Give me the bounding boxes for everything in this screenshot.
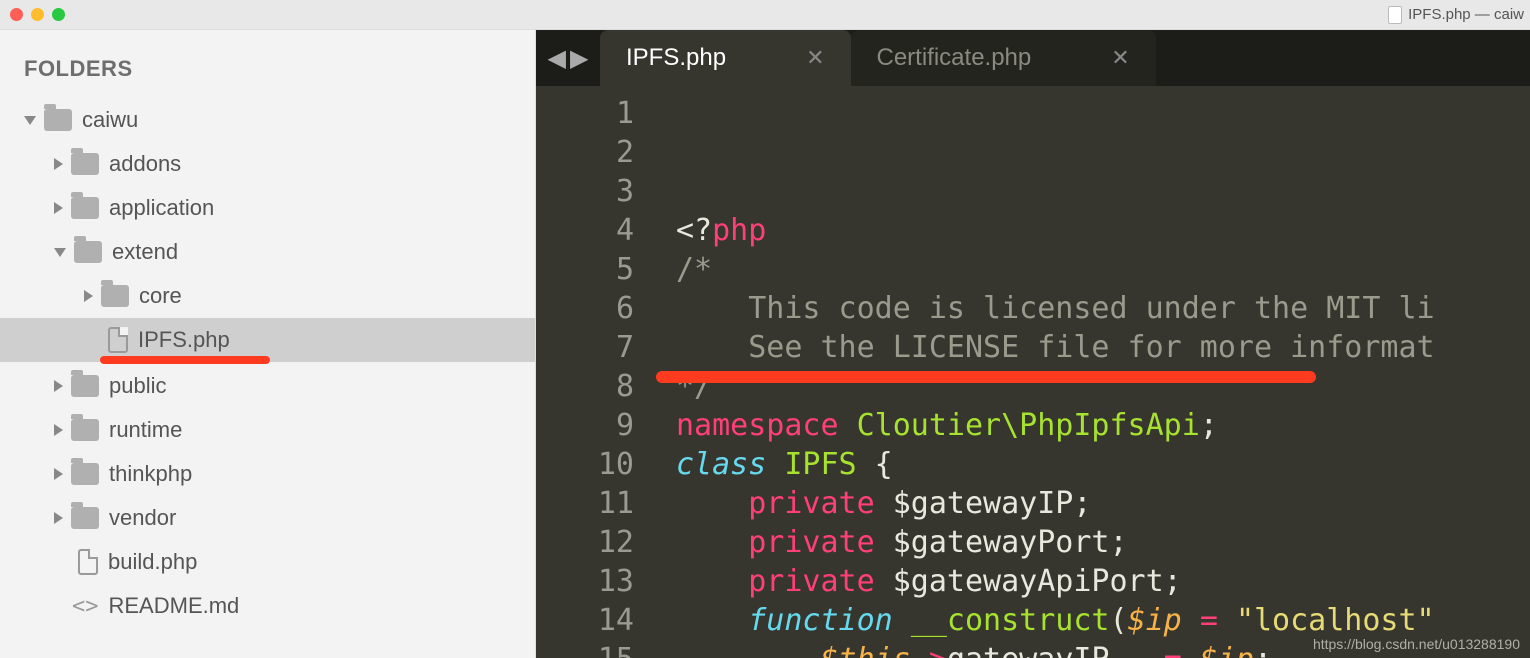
- code-line[interactable]: private $gatewayApiPort;: [676, 562, 1530, 601]
- code-line[interactable]: function __construct($ip = "localhost": [676, 601, 1530, 640]
- folder-icon: [71, 375, 99, 397]
- sidebar-item-label: README.md: [109, 593, 240, 619]
- file-icon: [108, 327, 128, 353]
- folder-icon: [74, 241, 102, 263]
- line-number: 10: [536, 445, 634, 484]
- nav-back-icon[interactable]: ◀: [548, 44, 566, 73]
- folder-icon: [71, 153, 99, 175]
- line-number: 3: [536, 172, 634, 211]
- line-number: 5: [536, 250, 634, 289]
- line-number: 2: [536, 133, 634, 172]
- tab-label: IPFS.php: [626, 44, 726, 72]
- sidebar-item-vendor[interactable]: vendor: [0, 496, 535, 540]
- sidebar-item-label: core: [139, 283, 182, 309]
- close-icon[interactable]: ✕: [1111, 45, 1129, 71]
- line-number: 1: [536, 94, 634, 133]
- sidebar-item-application[interactable]: application: [0, 186, 535, 230]
- sidebar-item-label: application: [109, 195, 214, 221]
- code-line[interactable]: private $gatewayPort;: [676, 523, 1530, 562]
- code-line[interactable]: See the LICENSE file for more informat: [676, 328, 1530, 367]
- folder-icon: [71, 507, 99, 529]
- annotation-underline: [100, 356, 270, 364]
- close-icon[interactable]: ✕: [806, 45, 824, 71]
- code-area[interactable]: 123456789101112131415 <?php/* This code …: [536, 86, 1530, 658]
- code-line[interactable]: /*: [676, 250, 1530, 289]
- line-number: 14: [536, 601, 634, 640]
- folder-icon: [101, 285, 129, 307]
- chevron-right-icon[interactable]: [54, 424, 63, 436]
- sidebar-item-label: addons: [109, 151, 181, 177]
- sidebar-item-label: caiwu: [82, 107, 138, 133]
- sidebar-item-label: thinkphp: [109, 461, 192, 487]
- line-number: 4: [536, 211, 634, 250]
- sidebar-item-core[interactable]: core: [0, 274, 535, 318]
- window-minimize-button[interactable]: [31, 8, 44, 21]
- code-line[interactable]: <?php: [676, 211, 1530, 250]
- window-maximize-button[interactable]: [52, 8, 65, 21]
- tab-bar: ◀ ▶ IPFS.php ✕ Certificate.php ✕: [536, 30, 1530, 86]
- sidebar-item-label: runtime: [109, 417, 182, 443]
- window-close-button[interactable]: [10, 8, 23, 21]
- line-number: 7: [536, 328, 634, 367]
- line-number: 13: [536, 562, 634, 601]
- nav-arrows: ◀ ▶: [536, 30, 600, 86]
- code-line[interactable]: private $gatewayIP;: [676, 484, 1530, 523]
- code-content[interactable]: <?php/* This code is licensed under the …: [656, 86, 1530, 658]
- line-number: 6: [536, 289, 634, 328]
- line-number: 8: [536, 367, 634, 406]
- sidebar-heading: FOLDERS: [0, 50, 535, 98]
- tab-label: Certificate.php: [877, 44, 1032, 72]
- sidebar-item-addons[interactable]: addons: [0, 142, 535, 186]
- chevron-right-icon[interactable]: [54, 512, 63, 524]
- line-number: 9: [536, 406, 634, 445]
- file-icon: [1388, 6, 1402, 24]
- chevron-right-icon[interactable]: [54, 158, 63, 170]
- sidebar-item-label: IPFS.php: [138, 327, 230, 353]
- folder-sidebar: FOLDERS caiwu addons application extend core…: [0, 30, 536, 658]
- code-line[interactable]: class IPFS {: [676, 445, 1530, 484]
- sidebar-item-label: build.php: [108, 549, 197, 575]
- sidebar-item-runtime[interactable]: runtime: [0, 408, 535, 452]
- code-icon: <>: [72, 594, 99, 619]
- chevron-right-icon[interactable]: [54, 468, 63, 480]
- sidebar-item-thinkphp[interactable]: thinkphp: [0, 452, 535, 496]
- window-title-text: IPFS.php — caiw: [1408, 6, 1524, 23]
- line-number: 15: [536, 640, 634, 658]
- folder-icon: [71, 463, 99, 485]
- sidebar-item-build-php[interactable]: build.php: [0, 540, 535, 584]
- chevron-right-icon[interactable]: [54, 380, 63, 392]
- watermark-text: https://blog.csdn.net/u013288190: [1313, 636, 1520, 652]
- chevron-down-icon[interactable]: [24, 116, 36, 125]
- line-number: 12: [536, 523, 634, 562]
- folder-tree: caiwu addons application extend core IPFS.php…: [0, 98, 535, 628]
- chevron-right-icon[interactable]: [54, 202, 63, 214]
- line-gutter: 123456789101112131415: [536, 86, 656, 658]
- tab-ipfs-php[interactable]: IPFS.php ✕: [600, 30, 851, 86]
- traffic-lights: [10, 8, 65, 21]
- file-icon: [78, 549, 98, 575]
- sidebar-item-extend[interactable]: extend: [0, 230, 535, 274]
- chevron-right-icon[interactable]: [84, 290, 93, 302]
- tab-certificate-php[interactable]: Certificate.php ✕: [851, 30, 1156, 86]
- sidebar-item-public[interactable]: public: [0, 364, 535, 408]
- line-number: 11: [536, 484, 634, 523]
- folder-icon: [44, 109, 72, 131]
- chevron-down-icon[interactable]: [54, 248, 66, 257]
- nav-forward-icon[interactable]: ▶: [570, 44, 588, 73]
- sidebar-item-label: vendor: [109, 505, 176, 531]
- folder-icon: [71, 197, 99, 219]
- sidebar-item-readme-md[interactable]: <> README.md: [0, 584, 535, 628]
- sidebar-item-label: public: [109, 373, 166, 399]
- code-line[interactable]: namespace Cloutier\PhpIpfsApi;: [676, 406, 1530, 445]
- window-title: IPFS.php — caiw: [1382, 0, 1530, 29]
- code-line[interactable]: This code is licensed under the MIT li: [676, 289, 1530, 328]
- folder-icon: [71, 419, 99, 441]
- sidebar-item-label: extend: [112, 239, 178, 265]
- annotation-underline: [656, 371, 1316, 383]
- window-titlebar: IPFS.php — caiw: [0, 0, 1530, 30]
- editor-area: ◀ ▶ IPFS.php✕Certificate.php✕ 1234567891…: [536, 30, 1530, 658]
- sidebar-item-caiwu[interactable]: caiwu: [0, 98, 535, 142]
